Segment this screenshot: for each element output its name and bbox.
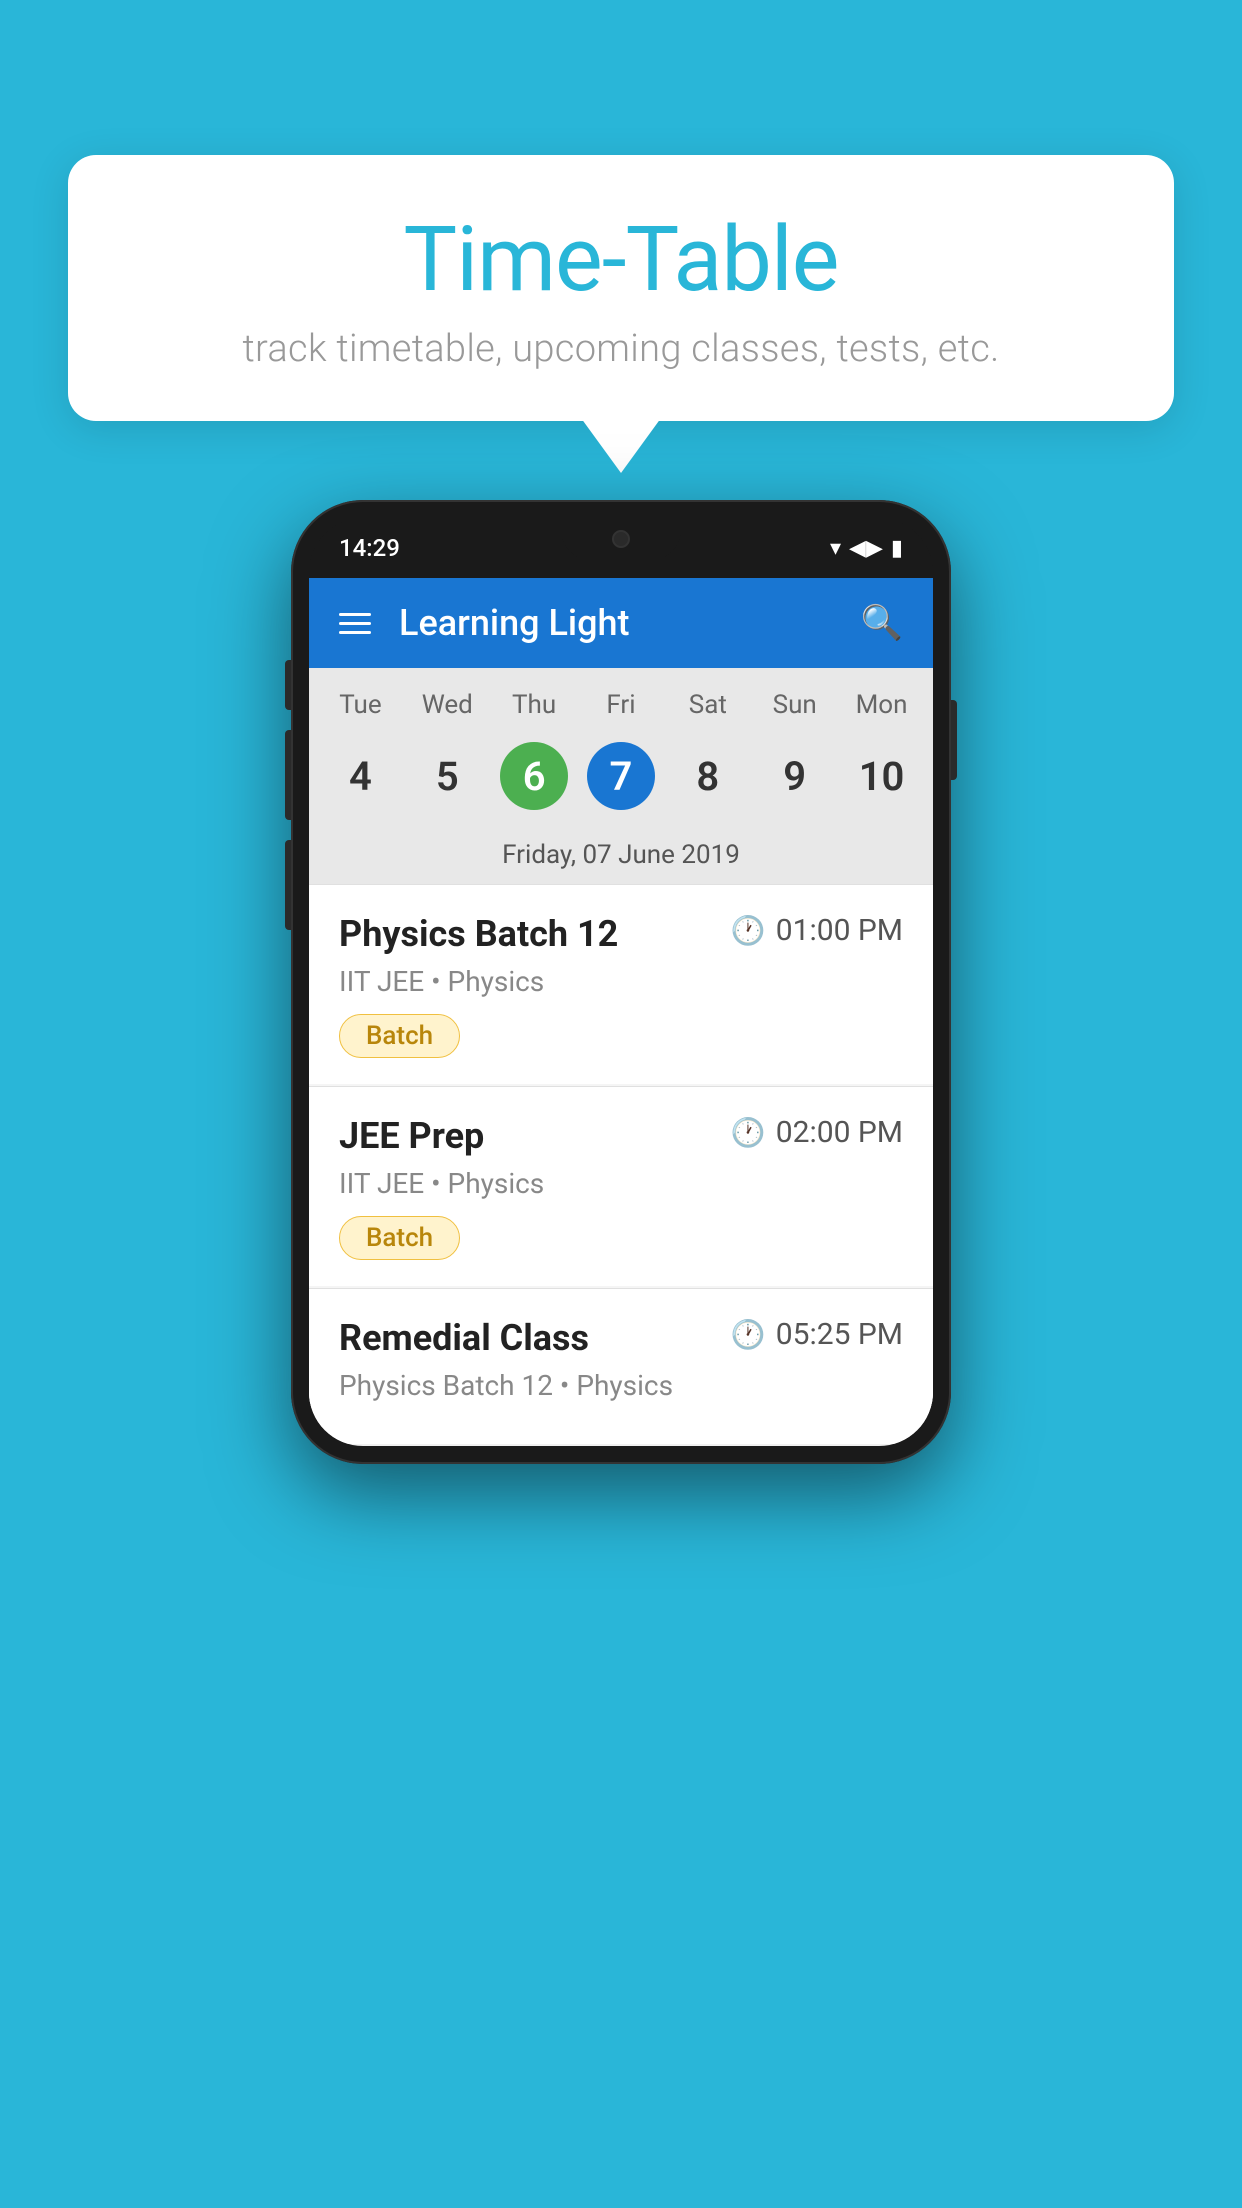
schedule-item-3[interactable]: Remedial Class 🕐 05:25 PM Physics Batch … bbox=[309, 1288, 933, 1444]
battery-icon: ▮ bbox=[891, 536, 903, 561]
phone-container: 14:29 ▾ ◀▶ ▮ Learning Light 🔍 bbox=[291, 500, 951, 1464]
status-time: 14:29 bbox=[339, 534, 400, 562]
date-6-today[interactable]: 6 bbox=[491, 734, 578, 818]
camera bbox=[612, 530, 630, 548]
item-3-header: Remedial Class 🕐 05:25 PM bbox=[339, 1317, 903, 1359]
wifi-icon: ▾ bbox=[830, 536, 841, 561]
phone-screen: Learning Light 🔍 Tue Wed Thu Fri Sat Sun… bbox=[309, 578, 933, 1446]
search-icon[interactable]: 🔍 bbox=[861, 603, 903, 643]
item-1-title: Physics Batch 12 bbox=[339, 913, 618, 955]
date-8[interactable]: 8 bbox=[664, 734, 751, 818]
silent-button bbox=[285, 660, 291, 710]
speech-bubble: Time-Table track timetable, upcoming cla… bbox=[68, 155, 1174, 421]
date-5[interactable]: 5 bbox=[404, 734, 491, 818]
status-bar: 14:29 ▾ ◀▶ ▮ bbox=[309, 518, 933, 578]
item-2-title: JEE Prep bbox=[339, 1115, 484, 1157]
clock-icon-3: 🕐 bbox=[731, 1318, 766, 1351]
weekdays-row: Tue Wed Thu Fri Sat Sun Mon bbox=[309, 680, 933, 730]
bubble-title: Time-Table bbox=[128, 210, 1114, 309]
schedule-list: Physics Batch 12 🕐 01:00 PM IIT JEE • Ph… bbox=[309, 884, 933, 1444]
item-1-header: Physics Batch 12 🕐 01:00 PM bbox=[339, 913, 903, 955]
date-4[interactable]: 4 bbox=[317, 734, 404, 818]
notch bbox=[561, 518, 681, 560]
menu-button[interactable] bbox=[339, 613, 371, 634]
clock-icon-2: 🕐 bbox=[731, 1116, 766, 1149]
item-3-time: 🕐 05:25 PM bbox=[731, 1317, 903, 1352]
status-icons: ▾ ◀▶ ▮ bbox=[830, 536, 903, 561]
volume-up-button bbox=[285, 730, 291, 820]
item-2-tag: Batch bbox=[339, 1216, 460, 1260]
item-1-time: 🕐 01:00 PM bbox=[731, 913, 903, 948]
item-3-subtitle: Physics Batch 12 • Physics bbox=[339, 1369, 903, 1402]
item-3-title: Remedial Class bbox=[339, 1317, 589, 1359]
weekday-sun: Sun bbox=[751, 680, 838, 730]
date-7-selected[interactable]: 7 bbox=[578, 734, 665, 818]
item-2-time: 🕐 02:00 PM bbox=[731, 1115, 903, 1150]
item-2-header: JEE Prep 🕐 02:00 PM bbox=[339, 1115, 903, 1157]
date-10[interactable]: 10 bbox=[838, 734, 925, 818]
item-1-tag: Batch bbox=[339, 1014, 460, 1058]
volume-down-button bbox=[285, 840, 291, 930]
date-9[interactable]: 9 bbox=[751, 734, 838, 818]
weekday-sat: Sat bbox=[664, 680, 751, 730]
calendar-header: Tue Wed Thu Fri Sat Sun Mon 4 5 bbox=[309, 668, 933, 884]
clock-icon-1: 🕐 bbox=[731, 914, 766, 947]
dates-row: 4 5 6 7 8 9 bbox=[309, 730, 933, 830]
weekday-fri: Fri bbox=[578, 680, 665, 730]
item-2-subtitle: IIT JEE • Physics bbox=[339, 1167, 903, 1200]
weekday-mon: Mon bbox=[838, 680, 925, 730]
weekday-wed: Wed bbox=[404, 680, 491, 730]
selected-date-label: Friday, 07 June 2019 bbox=[309, 830, 933, 884]
bubble-subtitle: track timetable, upcoming classes, tests… bbox=[128, 327, 1114, 371]
item-1-subtitle: IIT JEE • Physics bbox=[339, 965, 903, 998]
weekday-tue: Tue bbox=[317, 680, 404, 730]
app-bar: Learning Light 🔍 bbox=[309, 578, 933, 668]
schedule-item-1[interactable]: Physics Batch 12 🕐 01:00 PM IIT JEE • Ph… bbox=[309, 884, 933, 1084]
signal-icon: ◀▶ bbox=[849, 536, 883, 561]
phone-frame: 14:29 ▾ ◀▶ ▮ Learning Light 🔍 bbox=[291, 500, 951, 1464]
power-button bbox=[951, 700, 957, 780]
app-title: Learning Light bbox=[399, 602, 833, 644]
schedule-item-2[interactable]: JEE Prep 🕐 02:00 PM IIT JEE • Physics Ba… bbox=[309, 1086, 933, 1286]
weekday-thu: Thu bbox=[491, 680, 578, 730]
